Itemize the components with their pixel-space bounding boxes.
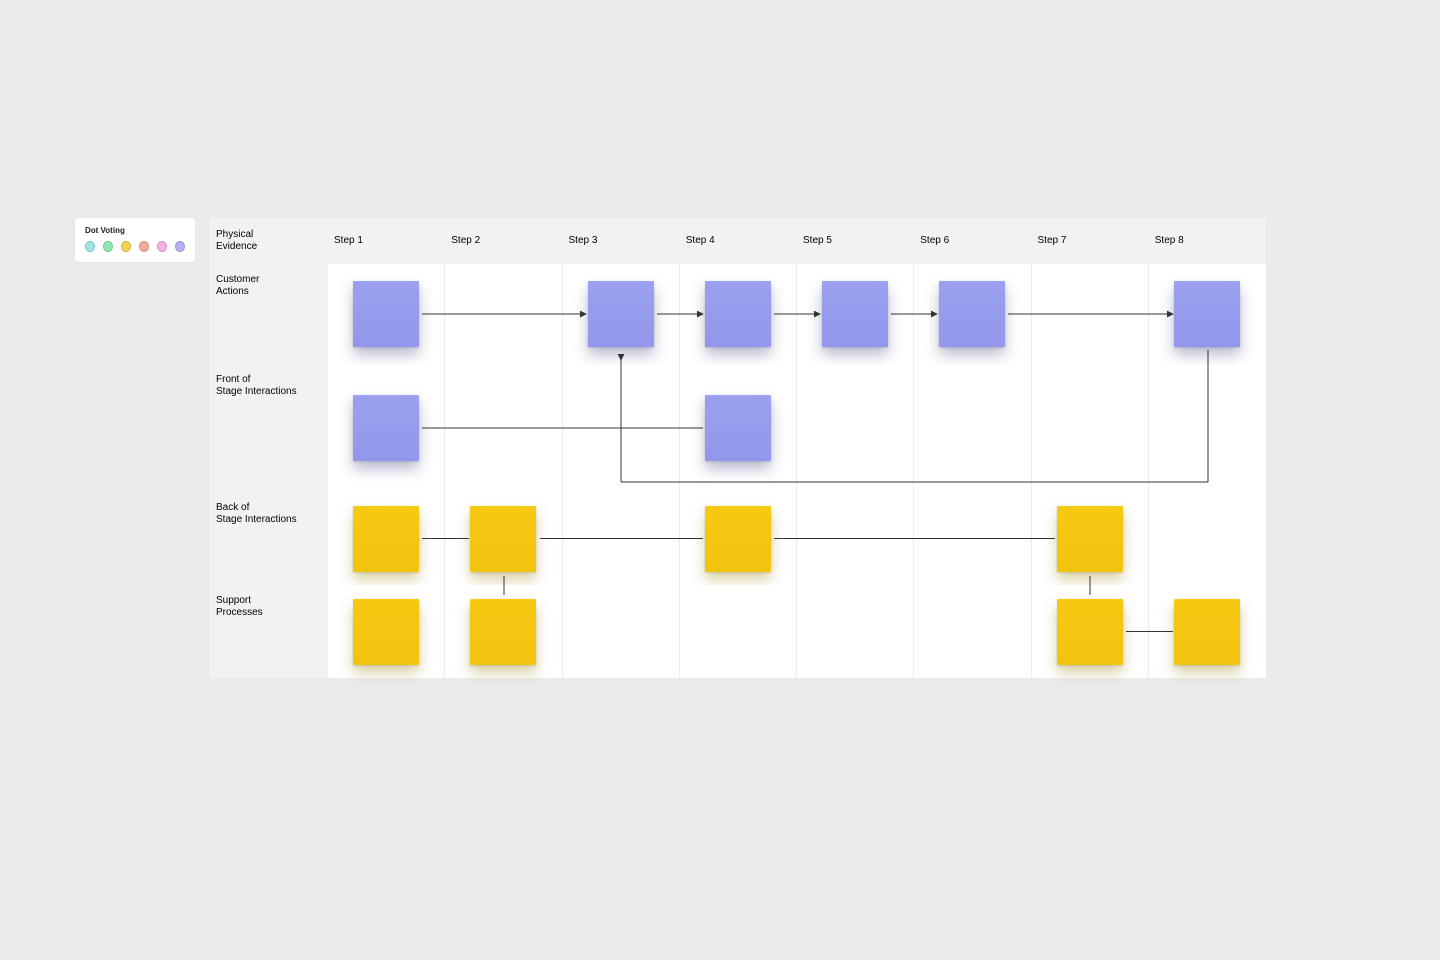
cell[interactable] [1149, 364, 1266, 492]
cell[interactable] [1032, 585, 1149, 678]
row-label-back-stage: Back of Stage Interactions [210, 492, 328, 585]
cell[interactable] [680, 364, 797, 492]
sticky-note[interactable] [1057, 599, 1123, 665]
sticky-note[interactable] [822, 281, 888, 347]
step-header: Step 8 [1149, 218, 1266, 264]
sticky-note[interactable] [1174, 281, 1240, 347]
cell[interactable] [797, 364, 914, 492]
sticky-note[interactable] [1057, 506, 1123, 572]
cell[interactable] [914, 364, 1031, 492]
row-back-stage [328, 492, 1266, 585]
dot-color-yellow[interactable] [121, 241, 131, 252]
cell[interactable] [1032, 364, 1149, 492]
cell[interactable] [328, 264, 445, 364]
step-header: Step 3 [563, 218, 680, 264]
cell[interactable] [797, 264, 914, 364]
row-labels-column: Physical Evidence Customer Actions Front… [210, 218, 328, 678]
cell[interactable] [1149, 492, 1266, 585]
cell[interactable] [797, 585, 914, 678]
sticky-note[interactable] [705, 281, 771, 347]
step-header: Step 2 [445, 218, 562, 264]
dot-color-pink[interactable] [157, 241, 167, 252]
sticky-note[interactable] [470, 506, 536, 572]
dot-voting-label: Dot Voting [85, 226, 185, 235]
cell[interactable] [680, 264, 797, 364]
steps-header-row: Step 1 Step 2 Step 3 Step 4 Step 5 Step … [328, 218, 1266, 264]
row-label-front-stage: Front of Stage Interactions [210, 364, 328, 492]
sticky-note[interactable] [705, 395, 771, 461]
service-blueprint-canvas[interactable]: Physical Evidence Customer Actions Front… [210, 218, 1266, 678]
dot-color-red[interactable] [139, 241, 149, 252]
dot-voting-colors [85, 241, 185, 252]
cell[interactable] [563, 492, 680, 585]
dot-color-cyan[interactable] [85, 241, 95, 252]
sticky-note[interactable] [353, 506, 419, 572]
sticky-note[interactable] [470, 599, 536, 665]
step-header: Step 4 [680, 218, 797, 264]
sticky-note[interactable] [353, 599, 419, 665]
row-front-stage [328, 364, 1266, 492]
dot-voting-panel[interactable]: Dot Voting [75, 218, 195, 262]
cell[interactable] [680, 492, 797, 585]
cell[interactable] [1149, 585, 1266, 678]
cell[interactable] [680, 585, 797, 678]
sticky-note[interactable] [939, 281, 1005, 347]
row-customer-actions [328, 264, 1266, 364]
sticky-note[interactable] [353, 281, 419, 347]
cell[interactable] [328, 364, 445, 492]
step-header: Step 7 [1032, 218, 1149, 264]
cell[interactable] [328, 585, 445, 678]
sticky-note[interactable] [353, 395, 419, 461]
cell[interactable] [445, 264, 562, 364]
cell[interactable] [914, 585, 1031, 678]
sticky-note[interactable] [588, 281, 654, 347]
row-label-customer-actions: Customer Actions [210, 264, 328, 364]
dot-color-purple[interactable] [175, 241, 185, 252]
step-header: Step 5 [797, 218, 914, 264]
row-label-physical-evidence: Physical Evidence [210, 218, 328, 264]
cell[interactable] [1032, 264, 1149, 364]
step-header: Step 1 [328, 218, 445, 264]
sticky-note[interactable] [705, 506, 771, 572]
cell[interactable] [914, 492, 1031, 585]
dot-color-green[interactable] [103, 241, 113, 252]
cell[interactable] [445, 585, 562, 678]
sticky-note[interactable] [1174, 599, 1240, 665]
row-label-support-processes: Support Processes [210, 585, 328, 678]
cell[interactable] [1149, 264, 1266, 364]
cell[interactable] [797, 492, 914, 585]
step-header: Step 6 [914, 218, 1031, 264]
cell[interactable] [563, 585, 680, 678]
cell[interactable] [328, 492, 445, 585]
cell[interactable] [445, 364, 562, 492]
row-support-processes [328, 585, 1266, 678]
cell[interactable] [563, 364, 680, 492]
cell[interactable] [445, 492, 562, 585]
cell[interactable] [1032, 492, 1149, 585]
cell[interactable] [914, 264, 1031, 364]
cell[interactable] [563, 264, 680, 364]
